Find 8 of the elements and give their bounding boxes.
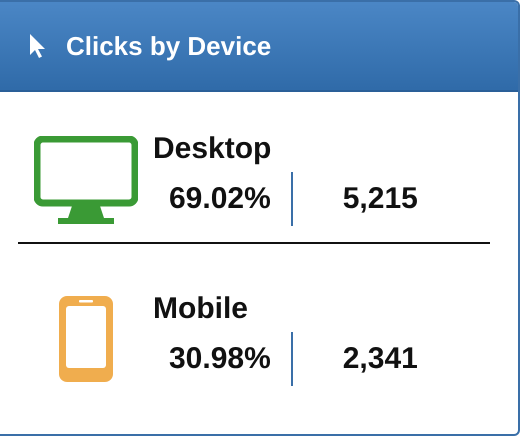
- click-count: 5,215: [342, 182, 418, 216]
- device-name: Mobile: [153, 292, 249, 326]
- card-title: Clicks by Device: [66, 30, 272, 62]
- cursor-icon: [28, 33, 48, 59]
- percentage-value: 69.02%: [169, 182, 271, 216]
- device-name: Desktop: [153, 132, 272, 166]
- percentage-value: 30.98%: [169, 342, 271, 376]
- click-count: 2,341: [342, 342, 418, 376]
